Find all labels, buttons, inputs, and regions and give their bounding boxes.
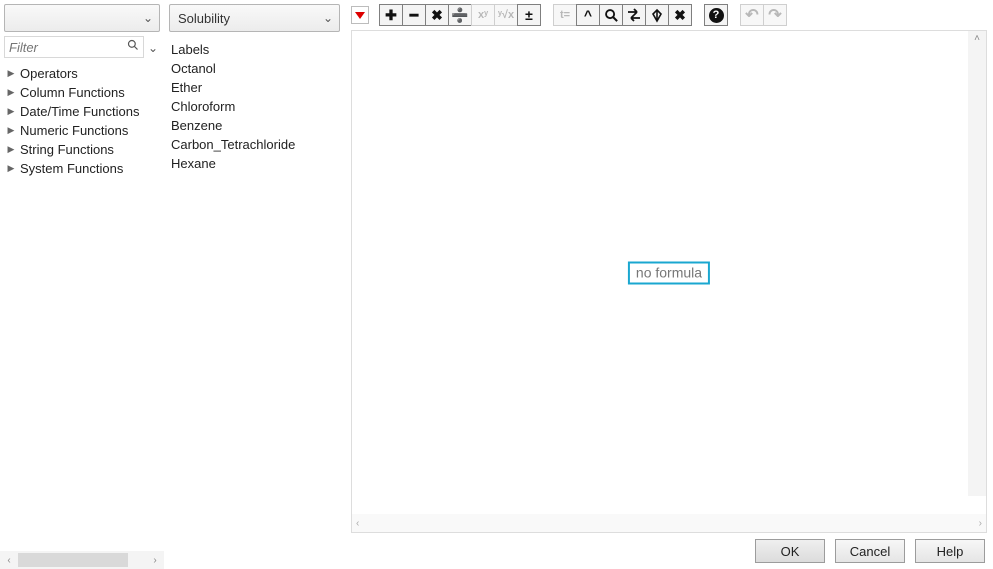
toolbar-group: t= ^ ✖ — [553, 4, 692, 26]
column-list-item[interactable]: Benzene — [171, 116, 344, 135]
table-dropdown[interactable]: Solubility — [169, 4, 340, 32]
caret-icon: ^ — [584, 7, 592, 23]
toolbar-swap-button[interactable] — [622, 4, 646, 26]
toolbar-redo-button: ↷ — [763, 4, 787, 26]
tree-item[interactable]: ▶ Operators — [6, 64, 164, 83]
toolbar-power-button: xʸ — [471, 4, 495, 26]
tree-item[interactable]: ▶ Numeric Functions — [6, 121, 164, 140]
cancel-button[interactable]: Cancel — [835, 539, 905, 563]
columns-panel: Solubility LabelsOctanolEtherChloroformB… — [165, 0, 345, 569]
toolbar-help-button[interactable]: ? — [704, 4, 728, 26]
tree-item-label: System Functions — [20, 161, 123, 176]
tree-item-label: String Functions — [20, 142, 114, 157]
toolbar-undo-button: ↶ — [740, 4, 764, 26]
formula-placeholder: no formula — [628, 261, 710, 284]
disclosure-triangle-icon: ▶ — [6, 144, 16, 155]
tree-item-label: Column Functions — [20, 85, 125, 100]
toolbar-negate-button[interactable]: ± — [517, 4, 541, 26]
scroll-up-icon[interactable]: ˄ — [968, 31, 986, 45]
toolbar-caret-button[interactable]: ^ — [576, 4, 600, 26]
column-list-item[interactable]: Octanol — [171, 59, 344, 78]
functions-panel: ▶ Operators ▶ Column Functions ▶ Date/Time Fu… — [0, 0, 165, 569]
negate-icon: ± — [525, 7, 533, 23]
scroll-left-icon[interactable]: ‹ — [356, 518, 359, 529]
tree-item-label: Date/Time Functions — [20, 104, 139, 119]
column-list[interactable]: LabelsOctanolEtherChloroformBenzeneCarbo… — [165, 36, 344, 569]
tree-item-label: Numeric Functions — [20, 123, 128, 138]
table-dropdown-label: Solubility — [178, 11, 230, 26]
toolbar-root-button: ʸ√x — [494, 4, 518, 26]
disclosure-triangle-icon: ▶ — [6, 106, 16, 117]
disclosure-triangle-icon: ▶ — [6, 163, 16, 174]
local-icon: t= — [560, 9, 570, 21]
help-icon: ? — [709, 8, 724, 23]
redo-icon: ↷ — [768, 5, 781, 25]
root-icon: ʸ√x — [498, 9, 514, 21]
tree-item[interactable]: ▶ String Functions — [6, 140, 164, 159]
subtract-icon: ━ — [410, 7, 418, 24]
swap-icon — [626, 8, 642, 22]
scroll-track[interactable] — [18, 553, 146, 567]
left-category-dropdown[interactable] — [4, 4, 160, 32]
tree-item[interactable]: ▶ System Functions — [6, 159, 164, 178]
toolbar-add-button[interactable]: ✚ — [379, 4, 403, 26]
filter-input[interactable] — [5, 37, 143, 57]
toolbar-group: ? — [704, 4, 728, 26]
column-list-item[interactable]: Ether — [171, 78, 344, 97]
editor-vertical-scrollbar[interactable]: ˄ — [968, 31, 986, 496]
ok-button[interactable]: OK — [755, 539, 825, 563]
peel-icon — [650, 8, 664, 23]
tree-item[interactable]: ▶ Column Functions — [6, 83, 164, 102]
scroll-right-icon[interactable]: › — [979, 518, 982, 529]
chevron-down-icon — [323, 11, 333, 25]
scroll-left-icon[interactable]: ‹ — [2, 553, 16, 567]
toolbar-local-button: t= — [553, 4, 577, 26]
chevron-down-icon — [148, 40, 158, 55]
toolbar-subtract-button[interactable]: ━ — [402, 4, 426, 26]
tree-item-label: Operators — [20, 66, 78, 81]
multiply-icon: ✖ — [431, 7, 443, 24]
disclosure-triangle-icon: ▶ — [6, 125, 16, 136]
dialog-buttons: OK Cancel Help — [345, 533, 993, 569]
editor-horizontal-scrollbar[interactable]: ‹ › — [352, 514, 986, 532]
help-button[interactable]: Help — [915, 539, 985, 563]
disclosure-triangle-icon: ▶ — [6, 68, 16, 79]
formula-editor[interactable]: no formula ˄ ‹ › — [351, 30, 987, 533]
filter-options-dropdown[interactable] — [146, 36, 160, 58]
undo-icon: ↶ — [745, 5, 758, 25]
left-horizontal-scrollbar[interactable]: ‹ › — [0, 551, 164, 569]
options-menu[interactable] — [351, 6, 369, 24]
toolbar-group: ↶↷ — [740, 4, 787, 26]
red-triangle-icon — [355, 12, 365, 19]
divide-icon: ➗ — [451, 7, 468, 24]
column-list-item[interactable]: Hexane — [171, 154, 344, 173]
delete-icon: ✖ — [674, 7, 686, 24]
toolbar-magnify-button[interactable] — [599, 4, 623, 26]
toolbar-group: ✚ ━ ✖ ➗ xʸ ʸ√x ± — [379, 4, 541, 26]
magnify-icon — [604, 8, 619, 23]
scroll-right-icon[interactable]: › — [148, 553, 162, 567]
scroll-thumb[interactable] — [18, 553, 128, 567]
power-icon: xʸ — [478, 9, 488, 21]
column-list-item[interactable]: Labels — [171, 40, 344, 59]
function-category-tree[interactable]: ▶ Operators ▶ Column Functions ▶ Date/Time Fu… — [0, 60, 164, 551]
toolbar-divide-button[interactable]: ➗ — [448, 4, 472, 26]
search-icon — [127, 39, 139, 54]
tree-item[interactable]: ▶ Date/Time Functions — [6, 102, 164, 121]
toolbar-delete-button[interactable]: ✖ — [668, 4, 692, 26]
toolbar-multiply-button[interactable]: ✖ — [425, 4, 449, 26]
formula-canvas[interactable]: no formula ˄ — [352, 31, 986, 514]
disclosure-triangle-icon: ▶ — [6, 87, 16, 98]
formula-toolbar: ✚━✖➗xʸʸ√x±t=^✖?↶↷ — [379, 4, 787, 26]
add-icon: ✚ — [385, 7, 397, 24]
formula-panel: ✚━✖➗xʸʸ√x±t=^✖?↶↷ no formula ˄ ‹ › OK Ca… — [345, 0, 993, 569]
column-list-item[interactable]: Carbon_Tetrachloride — [171, 135, 344, 154]
chevron-down-icon — [143, 11, 153, 25]
column-list-item[interactable]: Chloroform — [171, 97, 344, 116]
toolbar-peel-button[interactable] — [645, 4, 669, 26]
filter-input-wrap[interactable] — [4, 36, 144, 58]
